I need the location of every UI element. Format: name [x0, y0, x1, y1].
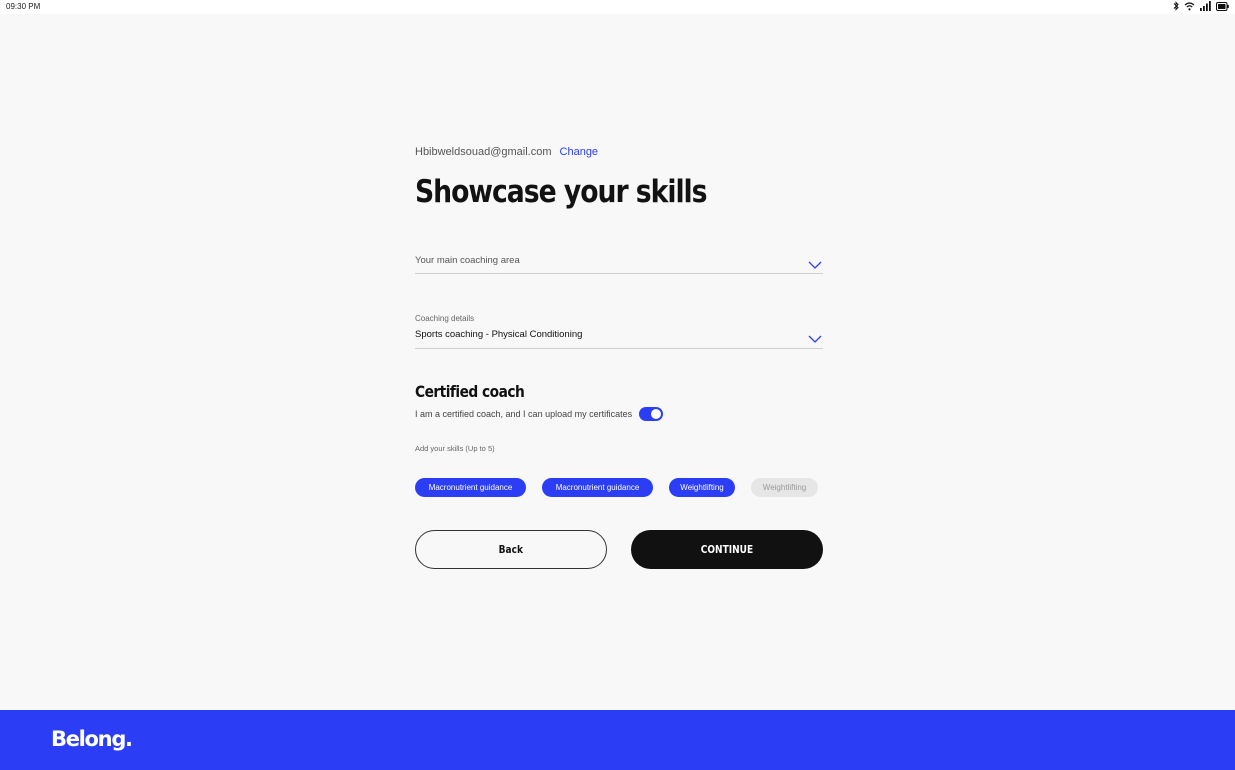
- chevron-down-icon: [808, 256, 822, 274]
- toggle-knob: [651, 409, 662, 419]
- certified-coach-toggle[interactable]: [639, 407, 664, 421]
- belong-logo: Belong.: [51, 727, 133, 751]
- coaching-details-label: Coaching details: [415, 314, 475, 323]
- certified-coach-row: I am a certified coach, and I can upload…: [415, 407, 664, 421]
- back-button[interactable]: Back: [415, 530, 607, 569]
- skill-chip[interactable]: Weightlifting: [669, 478, 735, 497]
- status-icons: [1173, 1, 1229, 11]
- footer: Belong.: [0, 710, 1235, 770]
- status-bar: 09:30 PM: [0, 0, 1235, 14]
- change-email-link[interactable]: Change: [560, 146, 599, 158]
- skill-chip[interactable]: Macronutrient guidance: [542, 478, 653, 497]
- chevron-down-icon: [808, 330, 822, 348]
- account-row: Hbibweldsouad@gmail.com Change: [415, 146, 598, 158]
- back-button-label: Back: [498, 543, 524, 556]
- coaching-details-value: Sports coaching - Physical Conditioning: [415, 329, 583, 340]
- account-email: Hbibweldsouad@gmail.com: [415, 146, 552, 158]
- battery-icon: [1216, 1, 1229, 11]
- skills-label: Add your skills (Up to 5): [415, 444, 495, 453]
- bluetooth-icon: [1173, 1, 1179, 11]
- continue-button[interactable]: CONTINUE: [631, 530, 823, 569]
- page-title: Showcase your skills: [415, 174, 708, 210]
- continue-button-label: CONTINUE: [700, 543, 754, 556]
- coaching-area-select[interactable]: Your main coaching area: [415, 247, 823, 274]
- wifi-icon: [1184, 1, 1195, 11]
- certified-coach-text: I am a certified coach, and I can upload…: [415, 409, 633, 419]
- certified-coach-heading: Certified coach: [415, 382, 525, 401]
- skill-chip[interactable]: Weightlifting: [751, 478, 818, 497]
- coaching-area-placeholder: Your main coaching area: [415, 255, 520, 266]
- signal-icon: [1200, 1, 1211, 11]
- coaching-details-select[interactable]: Coaching details Sports coaching - Physi…: [415, 310, 823, 349]
- skill-chip[interactable]: Macronutrient guidance: [415, 478, 526, 497]
- status-time: 09:30 PM: [6, 2, 41, 11]
- skills-chips: Macronutrient guidance Macronutrient gui…: [415, 478, 835, 497]
